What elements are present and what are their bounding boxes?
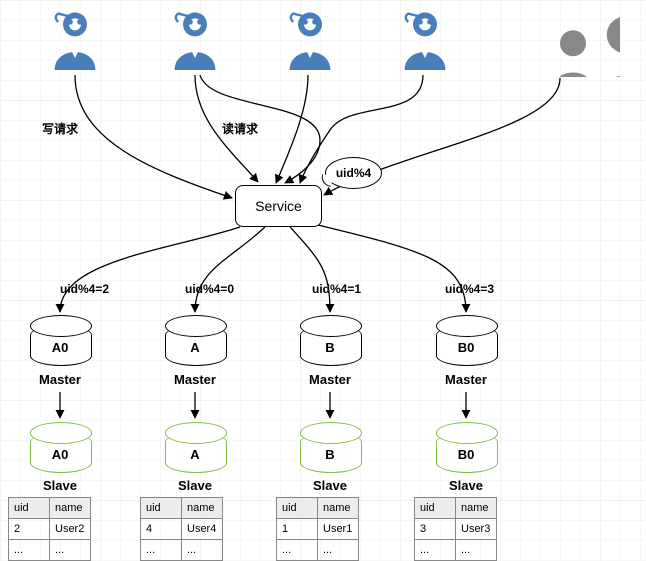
table-2-r0c1: User1 (318, 519, 359, 540)
label-write-request: 写请求 (42, 120, 78, 137)
client-user-2 (170, 10, 220, 73)
db-slave-3-name: B0 (436, 447, 496, 462)
db-slave-2-name: B (300, 447, 360, 462)
table-1-r0c1: User4 (182, 519, 223, 540)
db-master-0-name: A0 (30, 340, 90, 355)
service-label: Service (255, 198, 302, 214)
table-3-col-1: name (456, 498, 497, 519)
db-master-2-role: Master (300, 372, 360, 387)
table-1-col-1: name (182, 498, 223, 519)
db-slave-2-role: Slave (300, 478, 360, 493)
table-2: uidname 1User1 ...... (276, 497, 359, 561)
route-0: uid%4=2 (60, 282, 109, 296)
db-slave-3-role: Slave (436, 478, 496, 493)
client-user-group (510, 12, 620, 80)
route-3: uid%4=3 (445, 282, 494, 296)
db-slave-1-name: A (165, 447, 225, 462)
service-node: Service (235, 185, 322, 227)
table-2-r1c1: ... (318, 540, 359, 561)
db-master-1-role: Master (165, 372, 225, 387)
table-3-r1c1: ... (456, 540, 497, 561)
table-1-r1c1: ... (182, 540, 223, 561)
db-master-3-role: Master (436, 372, 496, 387)
table-1: uidname 4User4 ...... (140, 497, 223, 561)
table-3-r0c0: 3 (415, 519, 456, 540)
arrows-layer (0, 0, 646, 560)
table-1-r0c0: 4 (141, 519, 182, 540)
table-3: uidname 3User3 ...... (414, 497, 497, 561)
table-1-r1c0: ... (141, 540, 182, 561)
table-2-r1c0: ... (277, 540, 318, 561)
table-0-col-1: name (50, 498, 91, 519)
table-0-col-0: uid (9, 498, 50, 519)
db-master-2-name: B (300, 340, 360, 355)
client-user-3 (285, 10, 335, 73)
table-3-r1c0: ... (415, 540, 456, 561)
label-read-request: 读请求 (222, 120, 258, 137)
table-1-col-0: uid (141, 498, 182, 519)
route-1: uid%4=0 (185, 282, 234, 296)
db-slave-1-role: Slave (165, 478, 225, 493)
table-0-r1c1: ... (50, 540, 91, 561)
hash-label: uid%4 (336, 166, 371, 180)
table-3-r0c1: User3 (456, 519, 497, 540)
table-2-r0c0: 1 (277, 519, 318, 540)
hash-bubble: uid%4 (325, 157, 382, 189)
table-0: uidname 2User2 ...... (8, 497, 91, 561)
table-0-r1c0: ... (9, 540, 50, 561)
table-2-col-1: name (318, 498, 359, 519)
client-user-4 (400, 10, 450, 73)
table-0-r0c0: 2 (9, 519, 50, 540)
table-3-col-0: uid (415, 498, 456, 519)
route-2: uid%4=1 (312, 282, 361, 296)
table-2-col-0: uid (277, 498, 318, 519)
db-master-0-role: Master (30, 372, 90, 387)
db-slave-0-role: Slave (30, 478, 90, 493)
db-master-1-name: A (165, 340, 225, 355)
table-0-r0c1: User2 (50, 519, 91, 540)
db-master-3-name: B0 (436, 340, 496, 355)
db-slave-0-name: A0 (30, 447, 90, 462)
client-user-1 (50, 10, 100, 73)
